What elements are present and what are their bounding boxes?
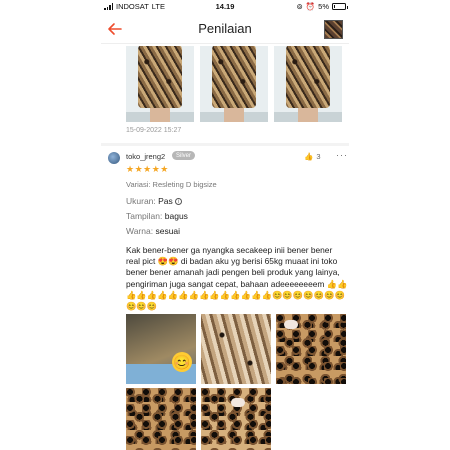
review-image[interactable] bbox=[201, 388, 271, 450]
review-photo[interactable] bbox=[126, 46, 194, 122]
page-title: Penilaian bbox=[198, 21, 252, 36]
more-options-icon[interactable]: ··· bbox=[336, 150, 348, 160]
attribute-tampilan: Tampilan: bagus bbox=[126, 211, 188, 221]
alarm-icon: ⏰ bbox=[305, 2, 316, 11]
star-rating: ★★★★★ bbox=[126, 164, 169, 174]
previous-review-photos bbox=[126, 46, 342, 122]
like-count: 3 bbox=[316, 152, 321, 161]
member-badge: Silver bbox=[172, 151, 196, 160]
attribute-warna: Warna: sesuai bbox=[126, 226, 181, 236]
avatar[interactable] bbox=[108, 152, 120, 164]
like-button[interactable]: 👍 3 bbox=[304, 152, 321, 161]
review-image[interactable] bbox=[201, 314, 271, 384]
battery-percent: 5% bbox=[318, 2, 329, 11]
review-image[interactable] bbox=[276, 314, 346, 384]
product-thumbnail[interactable] bbox=[324, 20, 343, 39]
review-image[interactable]: 😊 bbox=[126, 314, 196, 384]
info-icon[interactable]: i bbox=[175, 198, 183, 205]
location-icon: ⊚ bbox=[296, 2, 303, 11]
section-divider bbox=[101, 143, 349, 146]
battery-icon bbox=[332, 3, 348, 10]
review-comment: Kak bener-bener ga nyangka secakeep inii… bbox=[126, 245, 348, 312]
attribute-ukuran: Ukuran: Pas i bbox=[126, 196, 183, 206]
variant-text: Variasi: Resleting D bigsize bbox=[126, 180, 217, 189]
thumbs-up-icon: 👍 bbox=[304, 152, 314, 161]
review-photo[interactable] bbox=[274, 46, 342, 122]
review-photo[interactable] bbox=[200, 46, 268, 122]
review-date: 15-09-2022 15:27 bbox=[126, 127, 182, 134]
reviewer-username[interactable]: toko_jreng2 bbox=[126, 152, 165, 161]
app-header: Penilaian bbox=[101, 14, 349, 44]
status-bar: INDOSAT LTE 14.19 ⊚ ⏰ 5% bbox=[101, 0, 349, 14]
review-image[interactable] bbox=[126, 388, 196, 450]
